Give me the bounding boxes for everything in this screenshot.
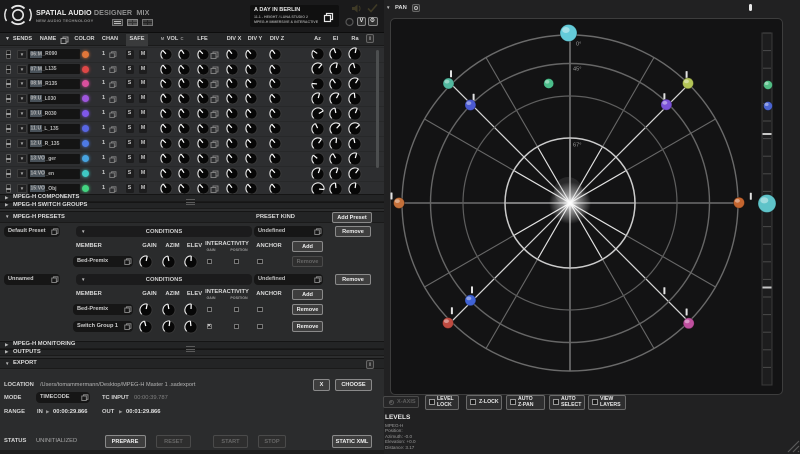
svg-text:67°: 67° [573, 143, 581, 149]
svg-text:0°: 0° [576, 42, 581, 48]
svg-text:45°: 45° [573, 67, 581, 73]
